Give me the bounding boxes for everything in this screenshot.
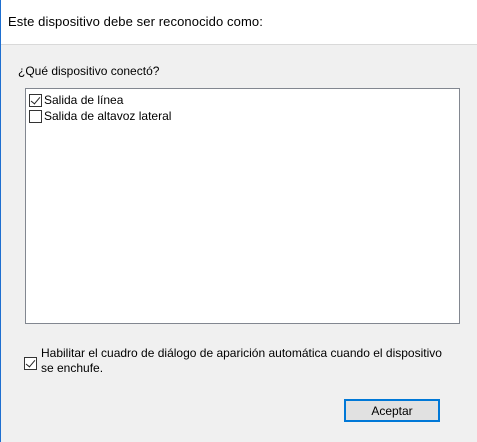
line-out-checkbox[interactable] (29, 93, 42, 107)
auto-popup-label: Habilitar el cuadro de diálogo de aparic… (41, 346, 442, 375)
list-item-label: Salida de altavoz lateral (44, 109, 172, 123)
list-item-side-speaker-out[interactable]: Salida de altavoz lateral (29, 108, 171, 124)
device-question-label: ¿Qué dispositivo conectó? (18, 64, 160, 78)
device-recognition-dialog: Este dispositivo debe ser reconocido com… (0, 0, 477, 442)
dialog-header: Este dispositivo debe ser reconocido com… (1, 0, 477, 44)
auto-popup-option[interactable]: Habilitar el cuadro de diálogo de aparic… (24, 346, 454, 376)
list-item-label: Salida de línea (44, 93, 124, 107)
ok-button[interactable]: Aceptar (344, 399, 440, 422)
list-item-line-out[interactable]: Salida de línea (29, 92, 123, 108)
dialog-title: Este dispositivo debe ser reconocido com… (8, 14, 263, 29)
auto-popup-checkbox[interactable] (24, 357, 37, 370)
device-type-list[interactable]: Salida de línea Salida de altavoz latera… (25, 88, 460, 324)
side-speaker-out-checkbox[interactable] (29, 109, 42, 123)
